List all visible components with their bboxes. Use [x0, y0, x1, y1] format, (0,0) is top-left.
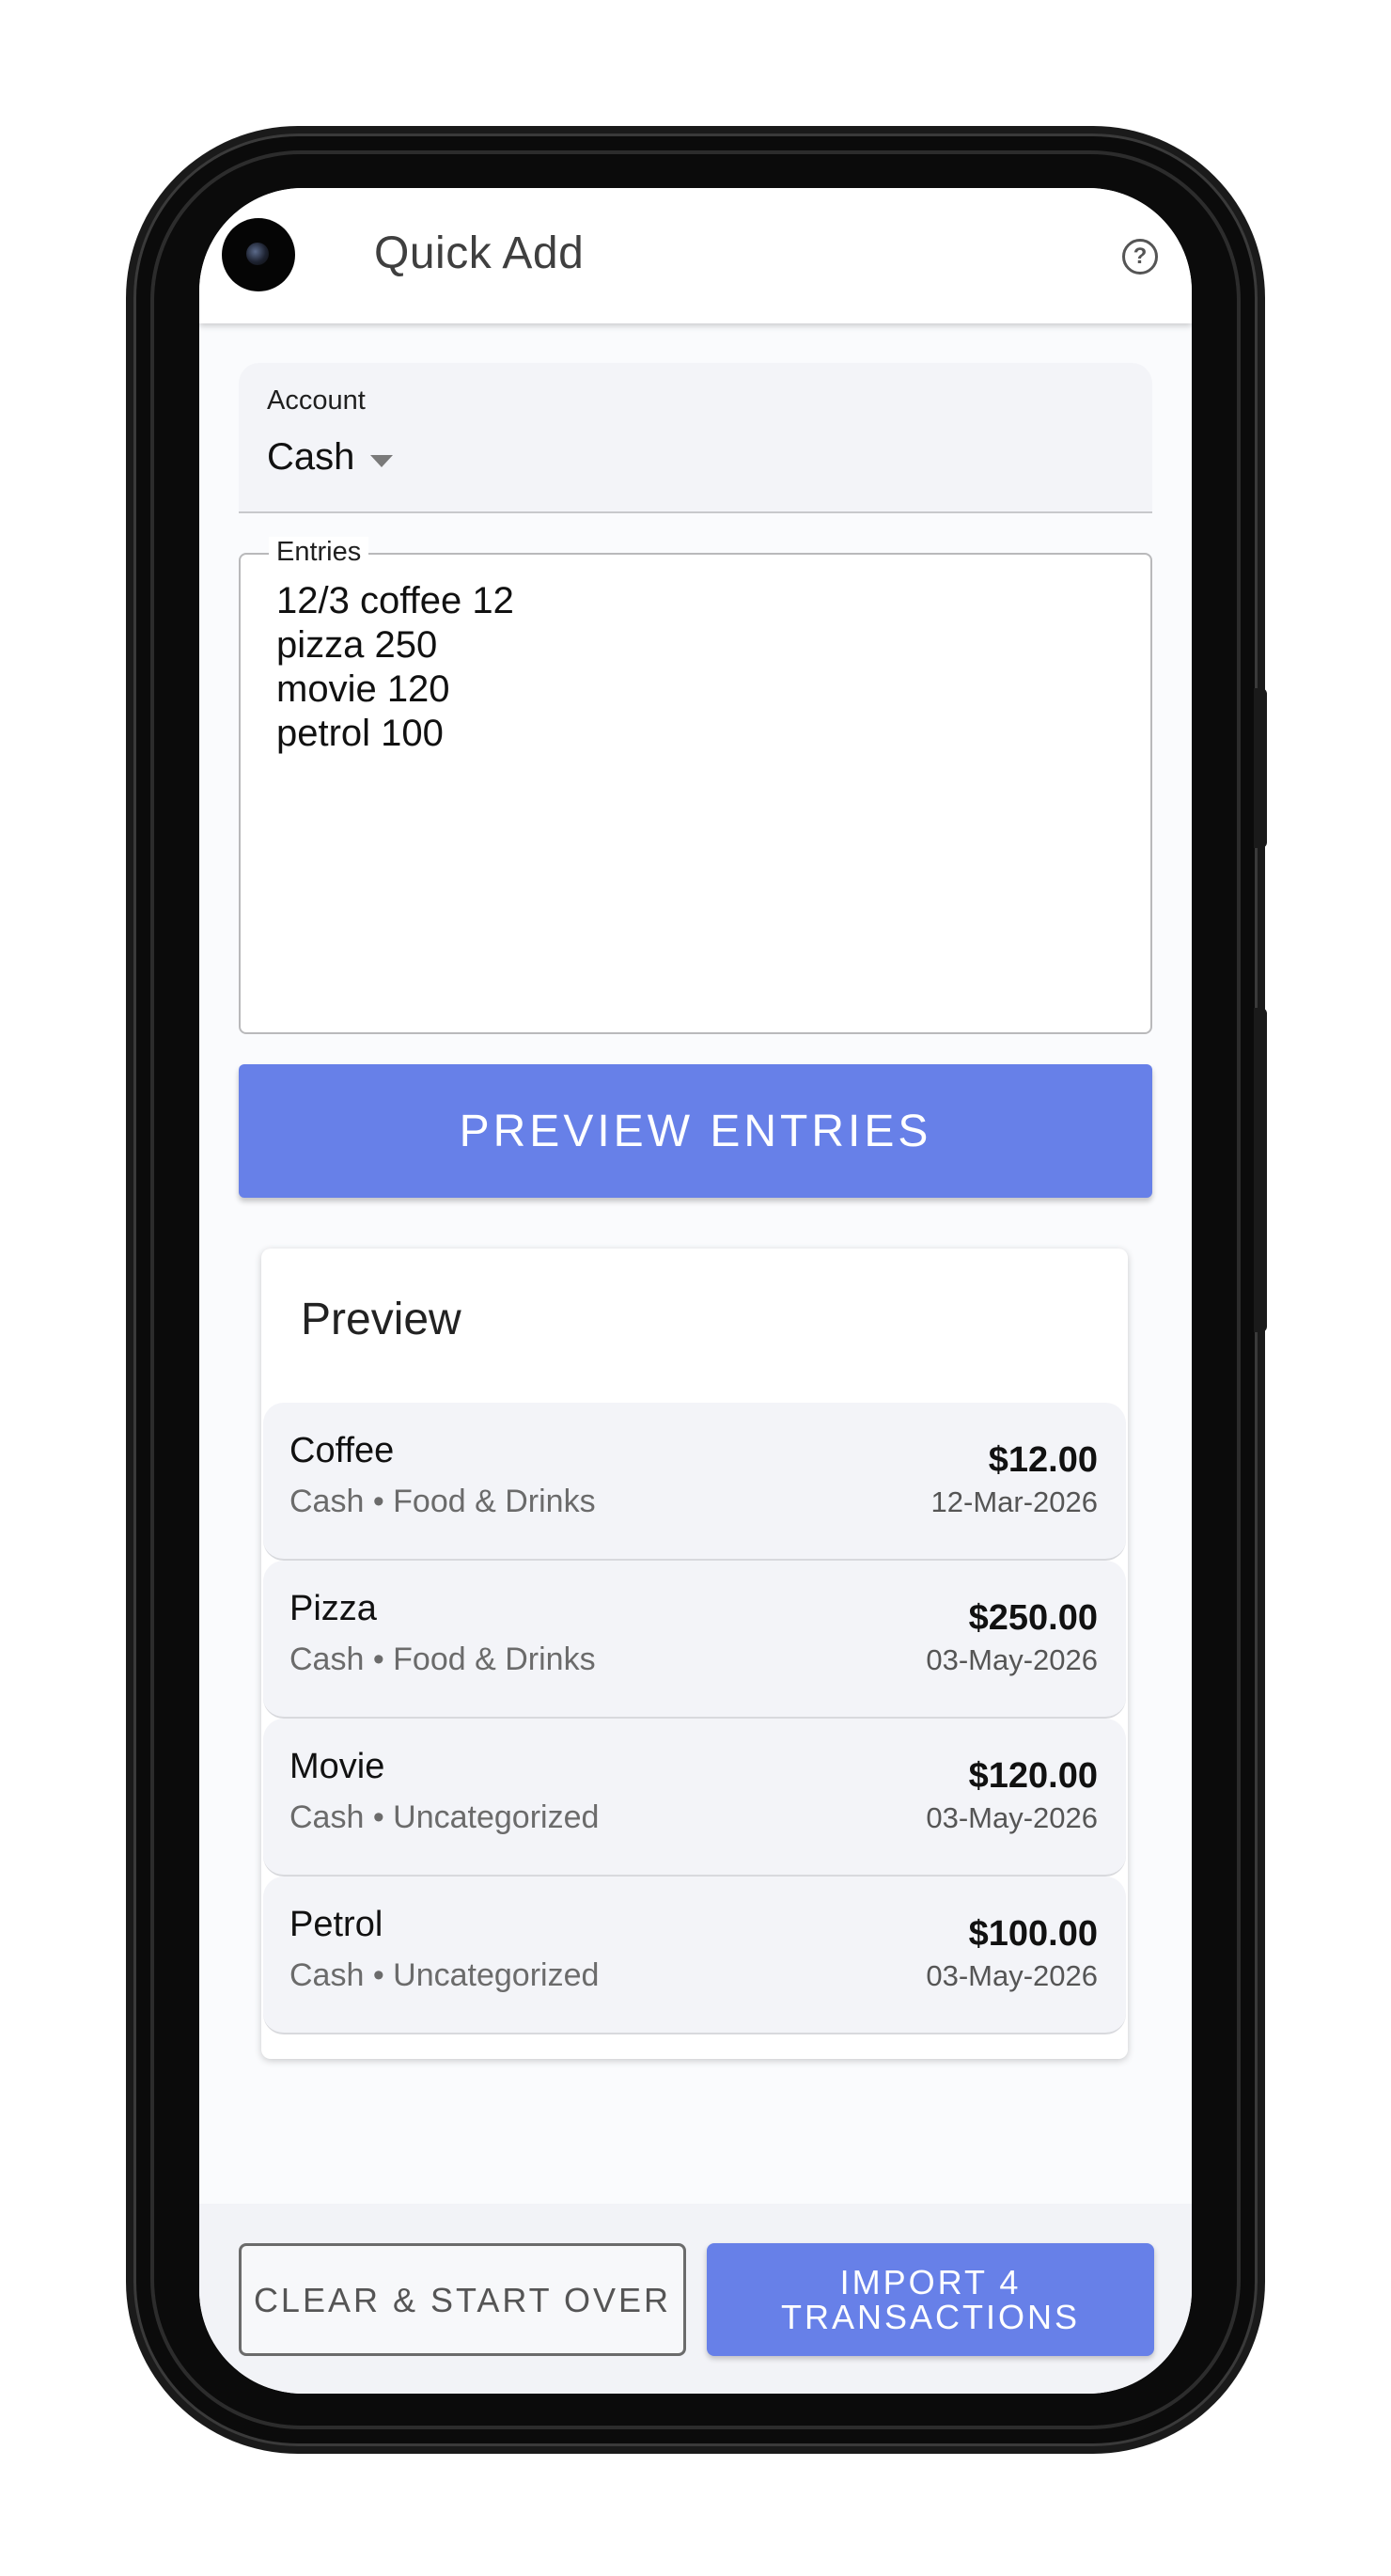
phone-frame: Quick Add ? Account Cash Entries PREVIEW…: [133, 134, 1267, 2446]
volume-button: [1254, 1008, 1267, 1332]
item-amount: $120.00: [968, 1756, 1098, 1796]
account-select[interactable]: Account Cash: [239, 363, 1152, 513]
dropdown-arrow-icon: [370, 455, 393, 467]
bottom-action-bar: CLEAR & START OVER IMPORT 4 TRANSACTIONS: [199, 2204, 1192, 2394]
account-value: Cash: [267, 436, 355, 478]
item-amount: $12.00: [988, 1440, 1098, 1480]
item-date: 03-May-2026: [926, 1801, 1098, 1834]
power-button: [1254, 688, 1267, 848]
item-amount: $100.00: [968, 1914, 1098, 1954]
preview-title: Preview: [301, 1295, 461, 1344]
entries-input[interactable]: [276, 579, 1122, 1012]
help-circle-icon[interactable]: ?: [1122, 239, 1158, 275]
entries-label: Entries: [269, 537, 369, 568]
item-amount: $250.00: [968, 1598, 1098, 1638]
item-name: Petrol: [289, 1905, 383, 1944]
page-title: Quick Add: [374, 228, 585, 278]
item-name: Pizza: [289, 1589, 377, 1628]
item-name: Movie: [289, 1747, 385, 1786]
preview-entries-button[interactable]: PREVIEW ENTRIES: [239, 1064, 1152, 1198]
item-meta: Cash • Food & Drinks: [289, 1641, 596, 1677]
preview-item[interactable]: Coffee Cash • Food & Drinks $12.00 12-Ma…: [263, 1403, 1126, 1561]
item-date: 03-May-2026: [926, 1959, 1098, 1992]
item-meta: Cash • Uncategorized: [289, 1799, 600, 1835]
import-transactions-button[interactable]: IMPORT 4 TRANSACTIONS: [707, 2243, 1154, 2356]
preview-item[interactable]: Petrol Cash • Uncategorized $100.00 03-M…: [263, 1877, 1126, 2034]
preview-item[interactable]: Pizza Cash • Food & Drinks $250.00 03-Ma…: [263, 1561, 1126, 1719]
clear-and-start-over-button[interactable]: CLEAR & START OVER: [239, 2243, 686, 2356]
preview-card: Preview Coffee Cash • Food & Drinks $12.…: [261, 1249, 1128, 2059]
item-name: Coffee: [289, 1431, 395, 1470]
entries-field: Entries: [239, 537, 1152, 1034]
item-date: 12-Mar-2026: [930, 1485, 1098, 1518]
item-date: 03-May-2026: [926, 1643, 1098, 1676]
item-meta: Cash • Food & Drinks: [289, 1484, 596, 1519]
account-label: Account: [267, 385, 366, 416]
app-screen: Quick Add ? Account Cash Entries PREVIEW…: [199, 188, 1192, 2394]
front-camera-icon: [222, 218, 295, 291]
preview-list: Coffee Cash • Food & Drinks $12.00 12-Ma…: [263, 1403, 1126, 2034]
preview-item[interactable]: Movie Cash • Uncategorized $120.00 03-Ma…: [263, 1719, 1126, 1877]
app-bar: Quick Add ?: [199, 188, 1192, 323]
item-meta: Cash • Uncategorized: [289, 1957, 600, 1993]
